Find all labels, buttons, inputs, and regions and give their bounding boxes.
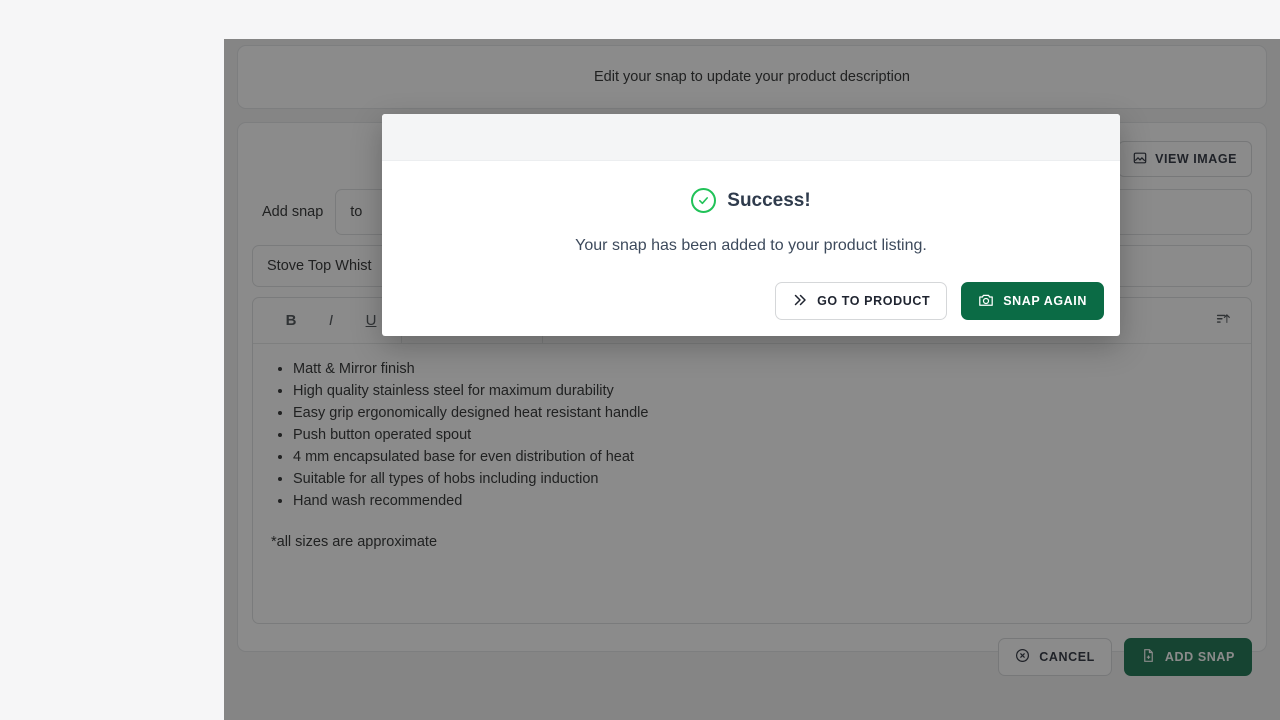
modal-title: Success!: [727, 189, 811, 211]
go-to-product-label: GO TO PRODUCT: [817, 294, 931, 308]
snap-again-button[interactable]: SNAP AGAIN: [961, 282, 1104, 320]
app-root: Edit your snap to update your product de…: [0, 0, 1280, 720]
modal-title-row: Success!: [382, 188, 1120, 213]
snap-again-label: SNAP AGAIN: [1003, 294, 1087, 308]
success-modal: Success! Your snap has been added to you…: [382, 114, 1120, 336]
overlay-sidebar-cutout: [0, 0, 224, 720]
modal-header: [382, 114, 1120, 161]
modal-message: Your snap has been added to your product…: [575, 237, 927, 254]
overlay-topbar-cutout: [224, 0, 1280, 39]
check-circle-icon: [691, 188, 717, 213]
double-chevron-right-icon: [792, 292, 808, 311]
modal-overlay[interactable]: [0, 0, 1280, 720]
modal-actions: GO TO PRODUCT SNAP AGAIN: [775, 282, 1104, 320]
go-to-product-button[interactable]: GO TO PRODUCT: [775, 282, 948, 320]
camera-icon: [978, 292, 994, 311]
